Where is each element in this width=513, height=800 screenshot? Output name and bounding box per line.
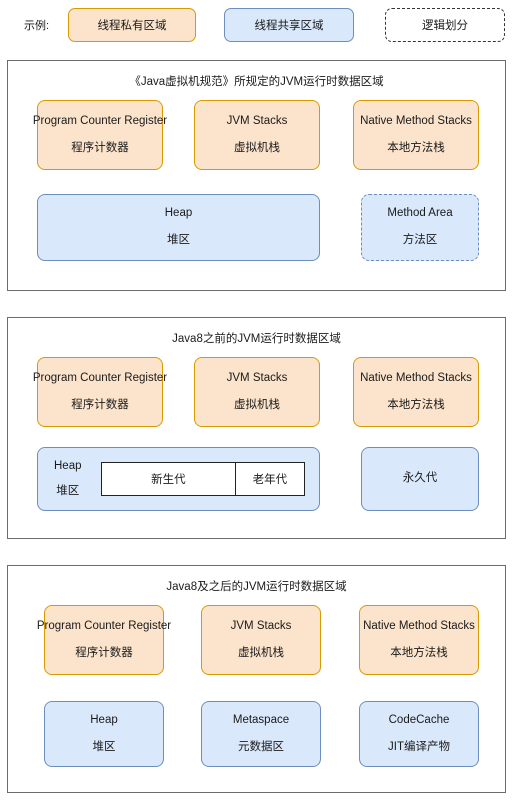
box-label-en: Heap	[90, 713, 118, 726]
box-label-en: Program Counter Register	[32, 371, 168, 384]
box-label-cn: 程序计数器	[71, 398, 129, 411]
box-label-en: Native Method Stacks	[360, 371, 472, 384]
box-codecache-java8: CodeCache JIT编译产物	[359, 701, 479, 767]
box-program-counter-register-java8: Program Counter Register 程序计数器	[37, 605, 171, 675]
box-metaspace-java8: Metaspace 元数据区	[201, 701, 321, 767]
box-method-area-spec: Method Area 方法区	[361, 194, 479, 261]
box-program-counter-register-spec: Program Counter Register 程序计数器	[33, 100, 167, 170]
box-label-cn: 程序计数器	[75, 646, 133, 659]
box-label-en: Metaspace	[232, 713, 290, 726]
legend-thread-private: 线程私有区域	[68, 8, 196, 42]
box-heap-pre8: Heap 堆区 新生代 老年代	[37, 447, 320, 511]
legend: 示例: 线程私有区域 线程共享区域 逻辑划分	[0, 0, 513, 52]
box-label-cn: 本地方法栈	[390, 646, 448, 659]
box-label-en: CodeCache	[388, 713, 450, 726]
legend-logical-division: 逻辑划分	[385, 8, 505, 42]
section-java8-plus-title: Java8及之后的JVM运行时数据区域	[166, 581, 347, 593]
section-jvm-spec-title: 《Java虚拟机规范》所规定的JVM运行时数据区域	[129, 76, 384, 88]
box-permgen-pre8: 永久代	[361, 447, 479, 511]
box-label-cn: 永久代	[402, 472, 438, 485]
legend-logical-division-label: 逻辑划分	[422, 20, 468, 32]
box-label-cn: 元数据区	[238, 740, 284, 753]
box-jvm-stacks-java8: JVM Stacks 虚拟机栈	[201, 605, 321, 675]
box-label-en: Program Counter Register	[36, 619, 172, 632]
box-label-cn: 虚拟机栈	[238, 646, 284, 659]
box-label-cn: 方法区	[402, 234, 438, 246]
box-label-cn: 堆区	[56, 484, 80, 497]
box-program-counter-register-pre8: Program Counter Register 程序计数器	[33, 357, 167, 427]
box-jvm-stacks-pre8: JVM Stacks 虚拟机栈	[194, 357, 320, 427]
section-jvm-spec: 《Java虚拟机规范》所规定的JVM运行时数据区域 Program Counte…	[7, 60, 506, 291]
box-label-cn: 堆区	[92, 740, 116, 753]
box-label-cn: 虚拟机栈	[234, 141, 280, 154]
box-jvm-stacks-spec: JVM Stacks 虚拟机栈	[194, 100, 320, 170]
box-label-en: Native Method Stacks	[363, 619, 475, 632]
heap-generations-strip: 新生代 老年代	[101, 462, 305, 496]
box-label-en: Heap	[54, 460, 82, 472]
box-label-en: JVM Stacks	[226, 114, 288, 127]
box-label-en: Heap	[164, 207, 193, 220]
box-label-cn: 虚拟机栈	[234, 398, 280, 411]
legend-thread-private-label: 线程私有区域	[97, 20, 167, 32]
box-label-cn: 堆区	[167, 234, 190, 246]
box-label-cn: JIT编译产物	[388, 740, 450, 753]
box-native-method-stacks-pre8: Native Method Stacks 本地方法栈	[353, 357, 479, 427]
section-java8-plus: Java8及之后的JVM运行时数据区域 Program Counter Regi…	[7, 565, 506, 793]
box-label-en: JVM Stacks	[226, 371, 288, 384]
box-native-method-stacks-java8: Native Method Stacks 本地方法栈	[359, 605, 479, 675]
box-heap-java8: Heap 堆区	[44, 701, 164, 767]
section-pre-java8: Java8之前的JVM运行时数据区域 Program Counter Regis…	[7, 317, 506, 539]
box-label-en: Native Method Stacks	[360, 114, 472, 127]
section-pre-java8-title: Java8之前的JVM运行时数据区域	[172, 333, 341, 345]
heap-label-group: Heap 堆区	[54, 460, 82, 499]
heap-old-generation: 老年代	[252, 474, 288, 486]
box-heap-spec: Heap 堆区	[37, 194, 320, 261]
legend-label: 示例:	[24, 20, 50, 32]
heap-young-generation: 新生代	[102, 463, 236, 495]
box-label-cn: 程序计数器	[71, 141, 129, 154]
box-label-en: JVM Stacks	[230, 619, 292, 632]
box-label-en: Method Area	[387, 207, 453, 220]
box-label-en: Program Counter Register	[32, 114, 168, 127]
legend-thread-shared: 线程共享区域	[224, 8, 354, 42]
box-label-cn: 本地方法栈	[387, 398, 445, 411]
box-native-method-stacks-spec: Native Method Stacks 本地方法栈	[353, 100, 479, 170]
box-label-cn: 本地方法栈	[387, 141, 445, 154]
legend-thread-shared-label: 线程共享区域	[254, 20, 324, 32]
